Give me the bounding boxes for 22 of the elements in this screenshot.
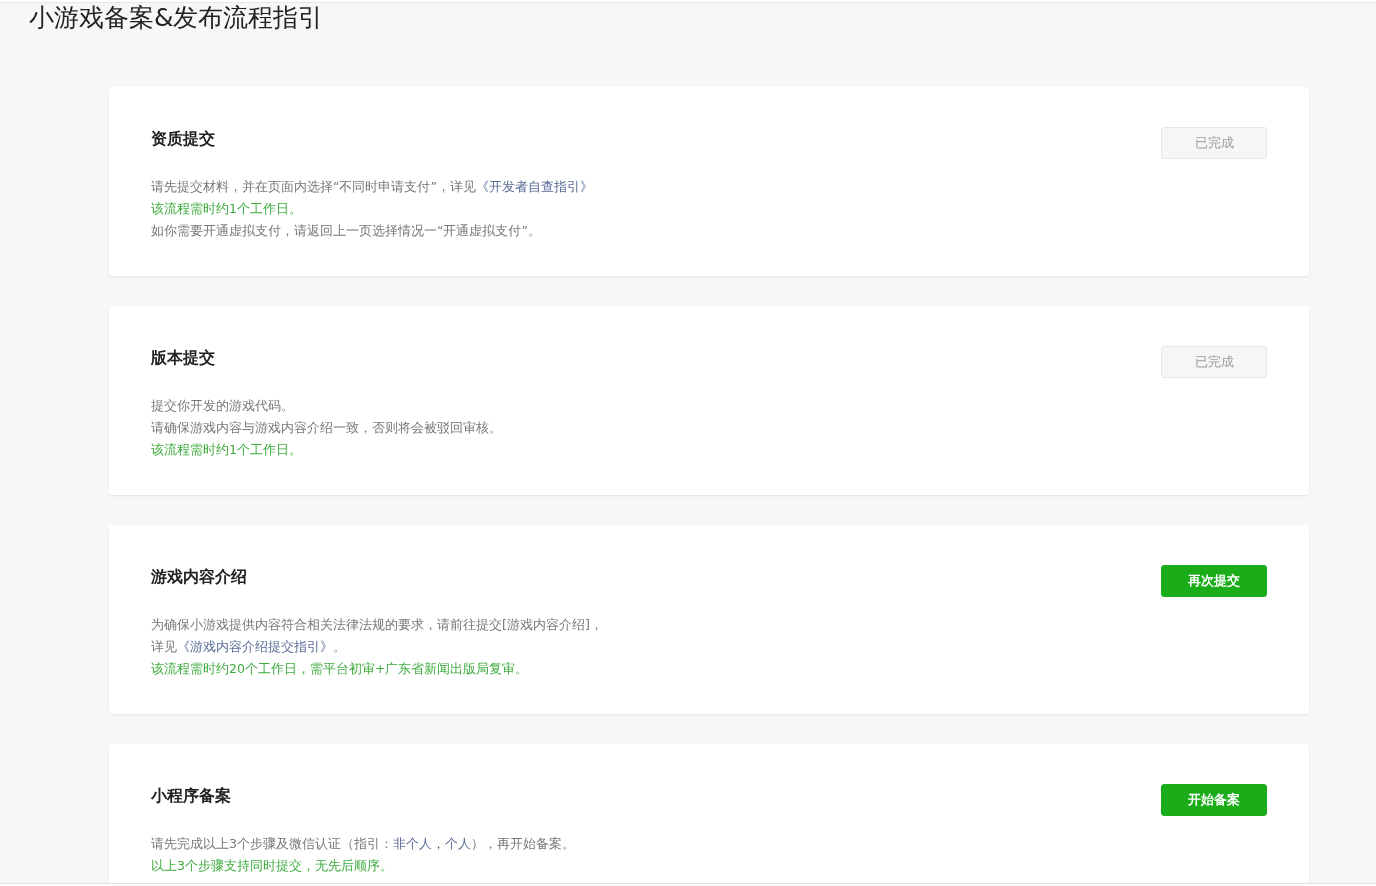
- step-description: 请确保游戏内容与游戏内容介绍一致，否则将会被驳回审核。: [151, 419, 502, 437]
- step-title: 游戏内容介绍: [151, 566, 248, 588]
- step-title: 版本提交: [151, 347, 216, 369]
- duration-note: 该流程需时约20个工作日，需平台初审+广东省新闻出版局复审。: [151, 660, 530, 678]
- step-action-button[interactable]: 再次提交: [1161, 565, 1267, 597]
- page-title: 小游戏备案&发布流程指引: [29, 3, 325, 33]
- step-action-button[interactable]: 开始备案: [1161, 784, 1267, 816]
- guide-link[interactable]: 非个人，: [392, 836, 445, 851]
- step-description: 请先完成以上3个步骤及微信认证（指引：非个人，个人），再开始备案。: [151, 835, 575, 853]
- duration-note: 以上3个步骤支持同时提交，无先后顺序。: [151, 857, 394, 875]
- duration-note: 该流程需时约1个工作日。: [151, 200, 303, 218]
- duration-note: 该流程需时约1个工作日。: [151, 441, 303, 459]
- step-title: 小程序备案: [151, 785, 232, 807]
- step-description: 为确保小游戏提供内容符合相关法律法规的要求，请前往提交[游戏内容介绍]，: [151, 616, 603, 634]
- guide-link[interactable]: 《游戏内容介绍提交指引》: [177, 639, 333, 654]
- step-title: 资质提交: [151, 128, 216, 150]
- step-description: 提交你开发的游戏代码。: [151, 397, 295, 415]
- guide-link[interactable]: 个人: [444, 836, 471, 851]
- step-description: 请先提交材料，并在页面内选择“不同时申请支付”，详见《开发者自查指引》: [151, 178, 593, 196]
- guide-link[interactable]: 《开发者自查指引》: [475, 179, 593, 194]
- step-description: 详见《游戏内容介绍提交指引》。: [151, 638, 347, 656]
- step-description: 如你需要开通虚拟支付，请返回上一页选择情况一“开通虚拟支付”。: [151, 222, 542, 240]
